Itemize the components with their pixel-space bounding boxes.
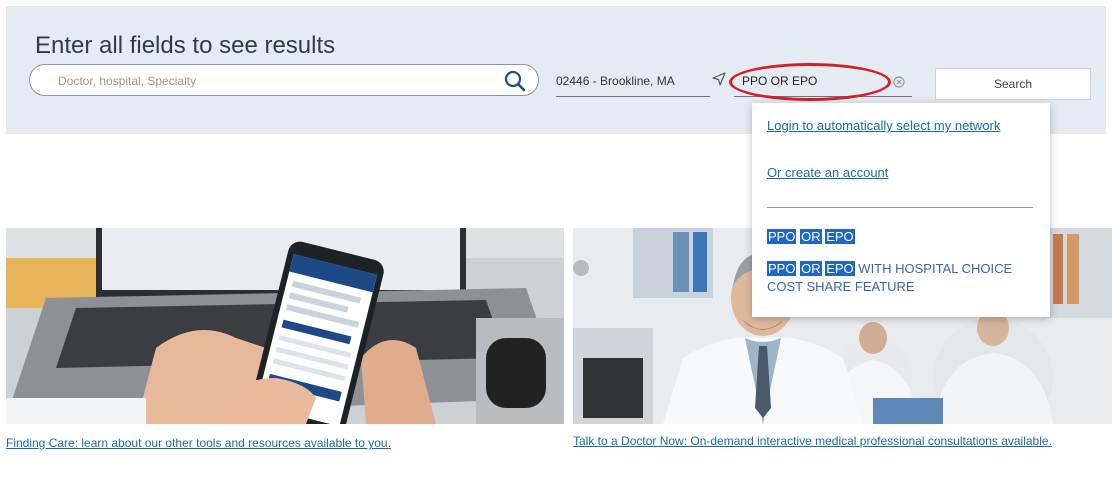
option-token: EPO <box>825 261 855 276</box>
option-token: PPO <box>767 229 797 244</box>
option-token: PPO <box>767 261 797 276</box>
clear-icon[interactable] <box>893 76 905 88</box>
dropdown-divider <box>767 207 1033 208</box>
finding-care-image[interactable] <box>6 228 564 424</box>
option-token: OR <box>800 229 822 244</box>
location-field[interactable]: 02446 - Brookline, MA <box>556 66 710 97</box>
search-button[interactable]: Search <box>935 68 1091 100</box>
query-input[interactable] <box>58 72 458 90</box>
login-link[interactable]: Login to automatically select my network <box>767 116 1007 136</box>
locate-arrow-icon[interactable] <box>712 72 726 86</box>
network-option[interactable]: PPO OR EPO <box>767 228 1037 246</box>
option-token: EPO <box>825 229 855 244</box>
option-token: OR <box>800 261 822 276</box>
query-search-box[interactable] <box>29 64 539 96</box>
talk-to-doctor-link[interactable]: Talk to a Doctor Now: On-demand interact… <box>573 432 1093 450</box>
create-account-link[interactable]: Or create an account <box>767 165 888 180</box>
location-value: 02446 - Brookline, MA <box>556 74 675 88</box>
search-icon[interactable] <box>504 70 526 92</box>
network-field[interactable]: PPO OR EPO <box>734 66 912 97</box>
network-option[interactable]: PPO OR EPO WITH HOSPITAL CHOICE COST SHA… <box>767 260 1037 296</box>
network-value: PPO OR EPO <box>742 74 818 88</box>
panel-title: Enter all fields to see results <box>35 32 336 59</box>
network-dropdown: Login to automatically select my network… <box>752 103 1050 317</box>
finding-care-link[interactable]: Finding Care: learn about our other tool… <box>6 434 526 452</box>
